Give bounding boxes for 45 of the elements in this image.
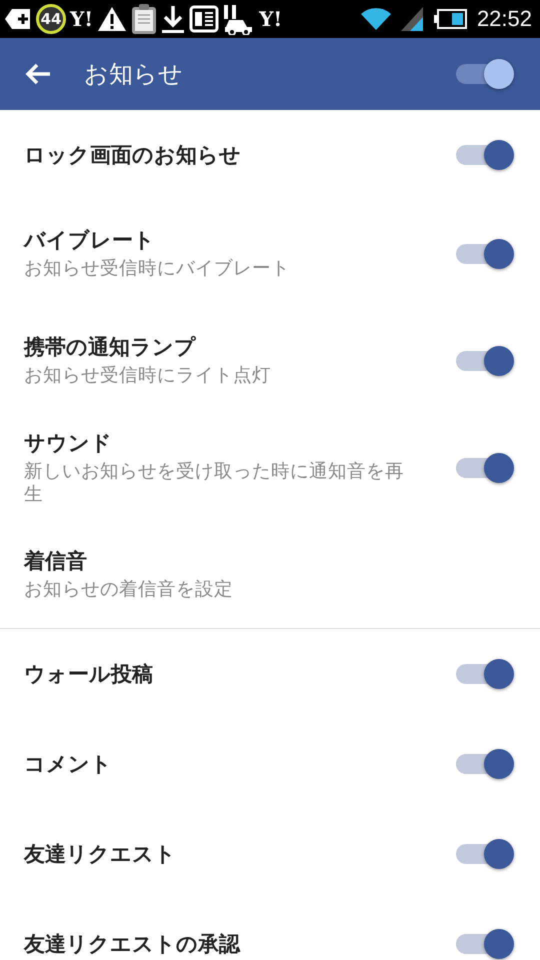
add-icon xyxy=(4,7,32,31)
toggle-switch[interactable] xyxy=(454,838,514,870)
setting-row[interactable]: バイブレート お知らせ受信時にバイブレート xyxy=(0,200,540,307)
setting-description: 新しいお知らせを受け取った時に通知音を再生 xyxy=(24,461,405,506)
setting-title: ロック画面のお知らせ xyxy=(24,142,242,169)
setting-row[interactable]: サウンド 新しいお知らせを受け取った時に通知音を再生 xyxy=(0,414,540,521)
setting-description: お知らせ受信時にライト点灯 xyxy=(24,365,272,388)
battery-icon xyxy=(432,8,467,30)
setting-title: 友達リクエスト xyxy=(24,841,177,868)
setting-title: 携帯の通知ランプ xyxy=(24,334,197,362)
setting-title: バイブレート xyxy=(24,227,156,254)
toggle-switch[interactable] xyxy=(454,658,514,690)
screen-title: お知らせ xyxy=(84,59,184,90)
setting-title: サウンド xyxy=(24,430,113,458)
warning-icon xyxy=(97,6,128,32)
logo-text: Y! xyxy=(70,7,94,31)
setting-row[interactable]: 着信音 お知らせの着信音を設定 xyxy=(0,521,540,628)
setting-title: 着信音 xyxy=(24,548,88,576)
setting-row[interactable]: コメント xyxy=(0,719,540,809)
clock-time: 22:52 xyxy=(476,6,532,32)
setting-title: ウォール投稿 xyxy=(24,661,154,688)
setting-row[interactable]: 友達リクエストの承認 xyxy=(0,899,540,960)
toggle-switch[interactable] xyxy=(454,452,514,484)
setting-title: コメント xyxy=(24,751,113,778)
download-icon xyxy=(161,4,186,34)
wifi-icon xyxy=(360,7,391,31)
toggle-switch[interactable] xyxy=(454,748,514,780)
toggle-switch[interactable] xyxy=(454,139,514,171)
master-toggle[interactable] xyxy=(454,58,514,90)
news-icon xyxy=(189,5,220,33)
setting-row[interactable]: 友達リクエスト xyxy=(0,809,540,899)
toggle-switch[interactable] xyxy=(454,928,514,960)
toggle-switch[interactable] xyxy=(454,344,514,376)
signal-icon xyxy=(400,7,423,31)
counter-badge: 44 xyxy=(36,4,66,34)
clipboard-icon xyxy=(131,3,158,35)
back-button[interactable] xyxy=(24,62,52,86)
setting-description: お知らせの着信音を設定 xyxy=(24,579,234,602)
setting-title: 友達リクエストの承認 xyxy=(24,931,242,958)
setting-description: お知らせ受信時にバイブレート xyxy=(24,258,291,281)
toggle-switch[interactable] xyxy=(454,238,514,270)
setting-row[interactable]: ウォール投稿 xyxy=(0,629,540,719)
logo-text: Y! xyxy=(259,7,282,31)
setting-row[interactable]: ロック画面のお知らせ xyxy=(0,110,540,200)
setting-row[interactable]: 携帯の通知ランプ お知らせ受信時にライト点灯 xyxy=(0,307,540,414)
